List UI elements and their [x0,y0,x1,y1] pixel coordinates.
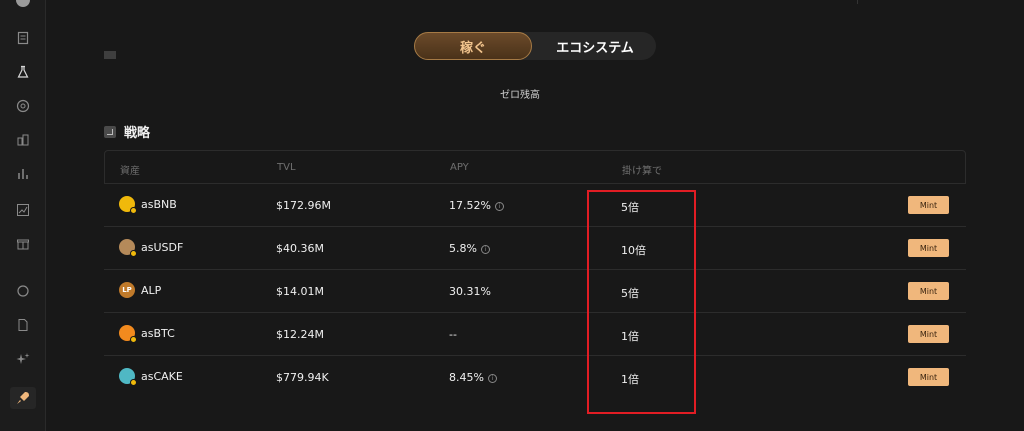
logo-icon[interactable] [16,0,30,7]
asset-name: asBTC [141,326,175,340]
info-icon[interactable]: i [487,374,497,383]
assets-heading-scrolled [104,48,116,62]
main-panel: 稼ぐ エコシステム ゼロ残高 戦略 資産 TVL APY 掛け算で asBNB … [47,0,1024,431]
document-icon[interactable] [16,31,30,45]
mint-button[interactable]: Mint [908,282,949,300]
table-row: LP ALP $14.01M 30.31% 5倍 Mint [104,270,966,313]
tvl-value: $779.94K [276,371,329,384]
strategy-arrow-icon [104,125,116,138]
apy-value: 30.31% [449,285,491,298]
asset-cell: asBTC [119,325,175,343]
file-icon[interactable] [16,318,30,332]
multiplier-highlight-box [587,190,696,414]
mint-button[interactable]: Mint [908,325,949,343]
table-row: asUSDF $40.36M 5.8% i 10倍 Mint [104,227,966,270]
tab-ecosystem[interactable]: エコシステム [534,32,656,60]
strategy-table: 資産 TVL APY 掛け算で asBNB $172.96M 17.52% i 5… [104,150,966,399]
flask-icon[interactable] [16,65,30,79]
apy-cell: 17.52% i [449,199,504,212]
mint-button[interactable]: Mint [908,196,949,214]
asset-name: asBNB [141,197,177,211]
sidebar [0,0,46,431]
header-tvl: TVL [277,162,296,173]
bar-chart-icon[interactable] [16,167,30,181]
coin-icon[interactable] [16,99,30,113]
table-row: asCAKE $779.94K 8.45% i 1倍 Mint [104,356,966,399]
info-icon[interactable]: i [480,245,490,254]
asusdf-token-icon [119,239,137,257]
asset-cell: asCAKE [119,368,183,386]
ascake-token-icon [119,368,137,386]
apy-cell: 30.31% [449,285,491,298]
mint-button[interactable]: Mint [908,239,949,257]
asset-name: ALP [141,283,162,297]
alp-token-icon: LP [119,282,135,298]
tvl-value: $40.36M [276,242,324,255]
info-icon[interactable]: i [494,202,504,211]
asset-cell: LP ALP [119,282,161,298]
asset-name: asCAKE [141,369,183,383]
table-header: 資産 TVL APY 掛け算で [104,150,966,184]
tab-earn[interactable]: 稼ぐ [414,32,532,60]
tvl-value: $14.01M [276,285,324,298]
apy-cell: -- [449,328,457,341]
apy-cell: 8.45% i [449,371,497,384]
asbtc-token-icon [119,325,137,343]
tvl-value: $172.96M [276,199,331,212]
header-asset: 資産 [120,166,140,177]
apy-value: 5.8% [449,242,477,255]
apy-value: 17.52% [449,199,491,212]
assets-section-icon [104,51,116,59]
strategy-heading: 戦略 [104,122,150,141]
apy-value: 8.45% [449,371,484,384]
table-row: asBNB $172.96M 17.52% i 5倍 Mint [104,184,966,227]
view-toggle: 稼ぐ エコシステム [414,32,656,60]
asset-name: asUSDF [141,240,184,254]
zero-balance-text: ゼロ残高 [500,90,540,101]
asset-cell: asBNB [119,196,177,214]
line-chart-icon[interactable] [16,203,30,217]
building-icon[interactable] [16,133,30,147]
mint-button[interactable]: Mint [908,368,949,386]
chat-icon[interactable] [16,284,30,298]
header-multiplier: 掛け算で [622,166,662,177]
tvl-value: $12.24M [276,328,324,341]
asbnb-token-icon [119,196,137,214]
asset-cell: asUSDF [119,239,184,257]
rocket-icon[interactable] [16,391,30,405]
sparkle-icon[interactable] [16,352,30,366]
strategy-title: 戦略 [124,126,151,141]
header-apy: APY [450,162,469,173]
table-row: asBTC $12.24M -- 1倍 Mint [104,313,966,356]
gift-icon[interactable] [16,237,30,251]
apy-value: -- [449,328,457,341]
apy-cell: 5.8% i [449,242,490,255]
header-divider [857,0,858,4]
